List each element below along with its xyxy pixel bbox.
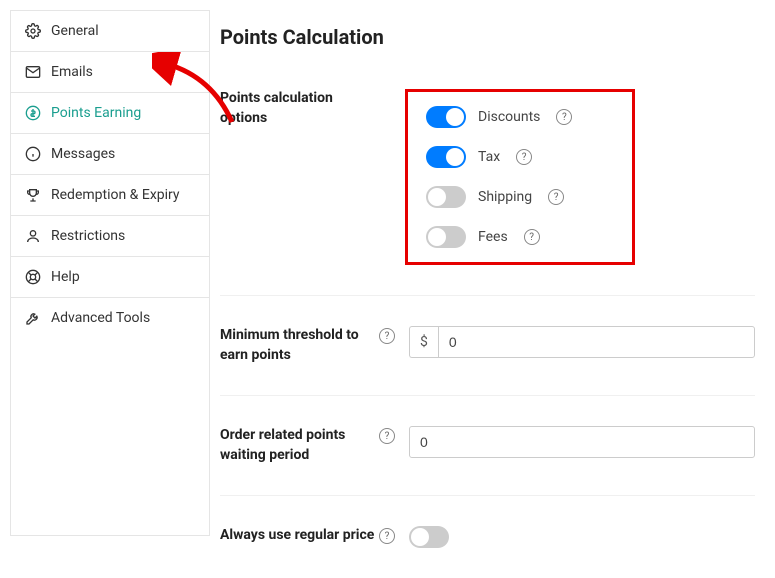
help-icon[interactable]: ? <box>379 528 395 544</box>
calc-options-highlight-box: Discounts ? Tax ? Shipping ? Fees ? <box>405 89 635 265</box>
help-icon[interactable]: ? <box>379 328 395 344</box>
setting-label: Order related points waiting period <box>220 426 375 465</box>
setting-regular-price: Always use regular price ? <box>220 516 755 578</box>
sidebar-item-redemption[interactable]: Redemption & Expiry <box>11 175 209 216</box>
toggle-shipping[interactable] <box>426 186 466 208</box>
toggle-label: Shipping <box>478 189 532 205</box>
life-ring-icon <box>25 269 41 285</box>
help-icon[interactable]: ? <box>516 149 532 165</box>
toggle-fees[interactable] <box>426 226 466 248</box>
envelope-icon <box>25 64 41 80</box>
gear-icon <box>25 23 41 39</box>
sidebar-item-label: Points Earning <box>51 105 141 121</box>
toggle-row-tax: Tax ? <box>426 146 576 168</box>
toggle-row-fees: Fees ? <box>426 226 576 248</box>
min-threshold-input[interactable] <box>438 326 755 358</box>
wrench-icon <box>25 310 41 326</box>
toggle-tax[interactable] <box>426 146 466 168</box>
help-icon[interactable]: ? <box>379 428 395 444</box>
main-panel: Points Calculation Points calculation op… <box>220 0 775 546</box>
settings-sidebar: General Emails Points Earning Messages R… <box>10 10 210 536</box>
help-icon[interactable]: ? <box>556 109 572 125</box>
sidebar-item-messages[interactable]: Messages <box>11 134 209 175</box>
dollar-circle-icon <box>25 105 41 121</box>
sidebar-item-label: Advanced Tools <box>51 310 150 326</box>
toggle-label: Discounts <box>478 109 540 125</box>
sidebar-item-points-earning[interactable]: Points Earning <box>11 93 209 134</box>
toggle-label: Tax <box>478 149 500 165</box>
setting-label: Points calculation options <box>220 89 375 265</box>
page-title: Points Calculation <box>220 25 755 49</box>
setting-label: Always use regular price <box>220 526 375 548</box>
toggle-discounts[interactable] <box>426 106 466 128</box>
info-circle-icon <box>25 146 41 162</box>
sidebar-item-help[interactable]: Help <box>11 257 209 298</box>
sidebar-item-label: General <box>51 23 99 39</box>
sidebar-item-label: Restrictions <box>51 228 125 244</box>
sidebar-item-label: Redemption & Expiry <box>51 187 180 203</box>
waiting-period-input[interactable] <box>409 426 755 458</box>
sidebar-item-label: Help <box>51 269 80 285</box>
toggle-row-discounts: Discounts ? <box>426 106 576 128</box>
sidebar-item-label: Emails <box>51 64 93 80</box>
sidebar-item-label: Messages <box>51 146 115 162</box>
sidebar-item-emails[interactable]: Emails <box>11 52 209 93</box>
sidebar-item-restrictions[interactable]: Restrictions <box>11 216 209 257</box>
toggle-regular-price[interactable] <box>409 526 449 548</box>
person-icon <box>25 228 41 244</box>
setting-calc-options: Points calculation options Discounts ? T… <box>220 79 755 296</box>
currency-prefix: $ <box>409 326 438 358</box>
sidebar-item-general[interactable]: General <box>11 11 209 52</box>
sidebar-item-advanced[interactable]: Advanced Tools <box>11 298 209 338</box>
setting-min-threshold: Minimum threshold to earn points ? $ <box>220 316 755 396</box>
trophy-icon <box>25 187 41 203</box>
toggle-row-shipping: Shipping ? <box>426 186 576 208</box>
setting-label: Minimum threshold to earn points <box>220 326 375 365</box>
toggle-label: Fees <box>478 229 508 245</box>
help-icon[interactable]: ? <box>548 189 564 205</box>
help-icon[interactable]: ? <box>524 229 540 245</box>
setting-waiting-period: Order related points waiting period ? <box>220 416 755 496</box>
